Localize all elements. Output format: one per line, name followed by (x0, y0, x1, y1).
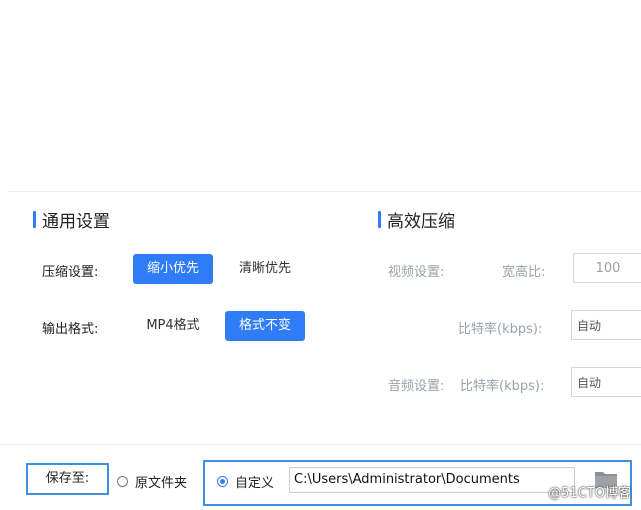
audio-bitrate-label: 比特率(kbps): (460, 379, 545, 394)
watermark-text: @51CTO博客 (548, 486, 631, 501)
radio-unchecked-icon[interactable] (117, 476, 128, 487)
general-settings-title-text: 通用设置 (42, 212, 110, 232)
output-format-label: 输出格式: (42, 322, 99, 337)
radio-original-folder-label: 原文件夹 (135, 476, 188, 491)
save-path-input[interactable]: C:\Users\Administrator\Documents (289, 467, 575, 493)
save-to-label: 保存至: (26, 463, 109, 495)
radio-custom[interactable]: 自定义 (217, 472, 274, 491)
title-accent-bar (33, 211, 36, 228)
audio-bitrate-input[interactable]: 自动 (571, 367, 641, 397)
title-accent-bar (378, 211, 381, 228)
bottom-divider (0, 444, 641, 445)
radio-original-folder[interactable]: 原文件夹 (117, 472, 187, 491)
option-mp4-format[interactable]: MP4格式 (133, 311, 213, 341)
option-clarity-priority[interactable]: 清晰优先 (225, 254, 305, 284)
efficient-compress-title-text: 高效压缩 (387, 212, 455, 232)
general-settings-title: 通用设置 (33, 207, 110, 232)
audio-setting-label: 音频设置: (388, 379, 445, 394)
radio-checked-icon[interactable] (217, 476, 228, 487)
aspect-ratio-input[interactable]: 100 (573, 253, 641, 283)
radio-custom-label: 自定义 (235, 476, 275, 491)
compress-setting-label: 压缩设置: (42, 265, 99, 280)
option-keep-format[interactable]: 格式不变 (225, 311, 305, 341)
aspect-ratio-label: 宽高比: (502, 265, 546, 280)
video-bitrate-label: 比特率(kbps): (458, 322, 543, 337)
video-setting-label: 视频设置: (388, 265, 445, 280)
efficient-compress-title: 高效压缩 (378, 207, 455, 232)
top-divider (8, 191, 641, 192)
video-bitrate-input[interactable]: 自动 (571, 310, 641, 340)
option-shrink-priority[interactable]: 缩小优先 (133, 254, 213, 284)
